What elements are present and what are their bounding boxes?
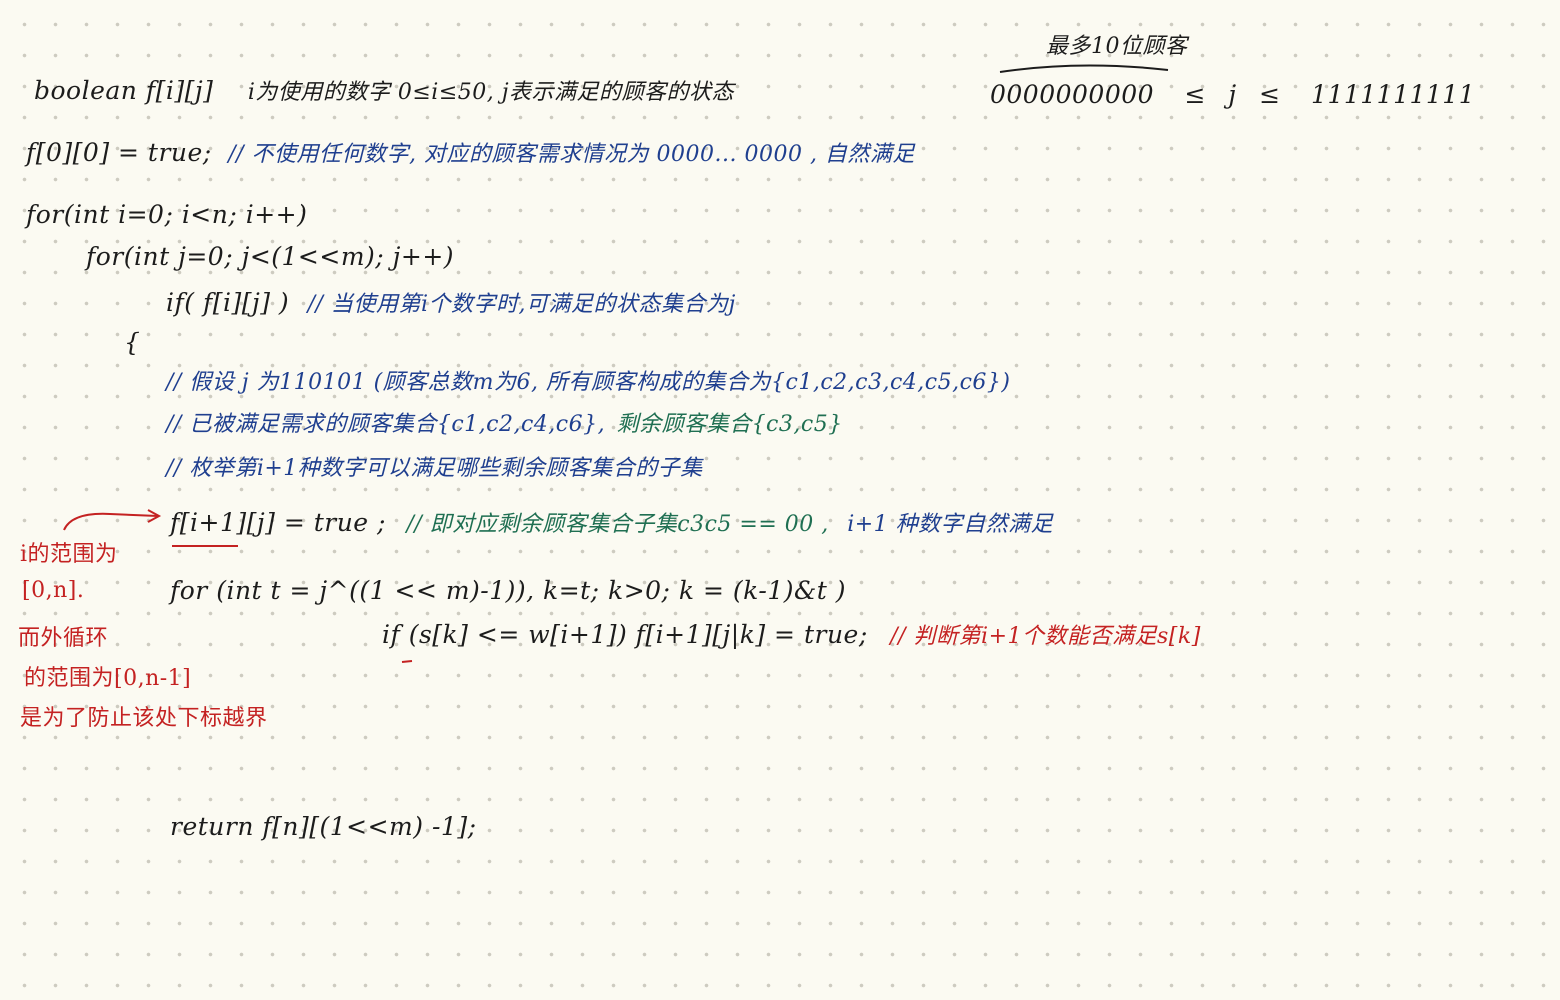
if-reachable-comment: // 当使用第i个数字时,可满足的状态集合为j [307, 292, 736, 317]
if-reachable-code: if( f[i][j] ) [166, 288, 290, 317]
if-tick-mark [401, 660, 413, 663]
side-note-line-1: i的范围为 [20, 542, 118, 567]
skip-transition-comment-b: i+1 种数字自然满足 [847, 512, 1054, 537]
outer-loop: for(int i=0; i<n; i++) [26, 200, 308, 229]
line-2: f[0][0] = true; // 不使用任何数字, 对应的顾客需求情况为 0… [26, 136, 915, 168]
side-note-line-5: 是为了防止该处下标越界 [20, 706, 268, 731]
line-1: boolean f[i][j] i为使用的数字 0≤i≤50, j表示满足的顾客… [34, 74, 734, 106]
line-5: if( f[i][j] ) // 当使用第i个数字时,可满足的状态集合为j [166, 286, 736, 318]
max-customers-annotation: 最多10位顾客 [1046, 34, 1188, 59]
remaining-set-comment: 剩余顾客集合{c3,c5} [616, 412, 843, 437]
satisfied-set-comment: // 已被满足需求的顾客集合{c1,c2,c4,c6}, [166, 412, 606, 437]
state-var-j: j [1228, 80, 1237, 109]
subset-check-code: if (s[k] <= w[i+1]) f[i+1][j|k] = true; [382, 620, 868, 649]
declaration-comment: i为使用的数字 0≤i≤50, j表示满足的顾客的状态 [247, 80, 735, 105]
init-code: f[0][0] = true; [26, 138, 212, 167]
le-symbol-2: ≤ [1259, 80, 1281, 109]
side-note-arrow [63, 512, 159, 531]
note-canvas: boolean f[i][j] i为使用的数字 0≤i≤50, j表示满足的顾客… [0, 0, 1560, 1000]
skip-transition-comment-a: // 即对应剩余顾客集合子集c3c5 == 00 , [406, 512, 829, 537]
side-note-arrowhead [147, 509, 162, 523]
side-note-line-4: 的范围为[0,n-1] [24, 666, 192, 691]
line-12: if (s[k] <= w[i+1]) f[i+1][j|k] = true; … [382, 618, 1201, 650]
state-range-low: 0000000000 [990, 80, 1155, 109]
init-comment: // 不使用任何数字, 对应的顾客需求情况为 0000... 0000 , 自然… [228, 142, 915, 167]
declaration-code: boolean f[i][j] [34, 76, 214, 105]
open-brace: { [124, 328, 141, 357]
subset-loop: for (int t = j^((1 << m)-1)), k=t; k>0; … [170, 576, 846, 605]
line-10: f[i+1][j] = true ; // 即对应剩余顾客集合子集c3c5 ==… [170, 506, 1053, 538]
side-note-line-3: 而外循环 [18, 626, 109, 651]
return-statement: return f[n][(1<<m) -1]; [170, 812, 477, 841]
subset-check-comment: // 判断第i+1个数能否满足s[k] [890, 624, 1201, 649]
le-symbol-1: ≤ [1184, 80, 1206, 109]
state-range-high: 1111111111 [1311, 80, 1476, 109]
annotation-brace [999, 64, 1169, 73]
skip-transition-code: f[i+1][j] = true ; [170, 508, 386, 537]
side-note-line-2: [0,n]. [22, 578, 85, 603]
line-8: // 已被满足需求的顾客集合{c1,c2,c4,c6}, 剩余顾客集合{c3,c… [166, 406, 843, 438]
example-comment: // 假设 j 为110101 (顾客总数m为6, 所有顾客构成的集合为{c1,… [166, 370, 1011, 395]
state-loop: for(int j=0; j<(1<<m); j++) [86, 242, 455, 271]
enumerate-comment: // 枚举第i+1种数字可以满足哪些剩余顾客集合的子集 [166, 456, 703, 481]
state-range: 0000000000 ≤ j ≤ 1111111111 [990, 80, 1475, 109]
